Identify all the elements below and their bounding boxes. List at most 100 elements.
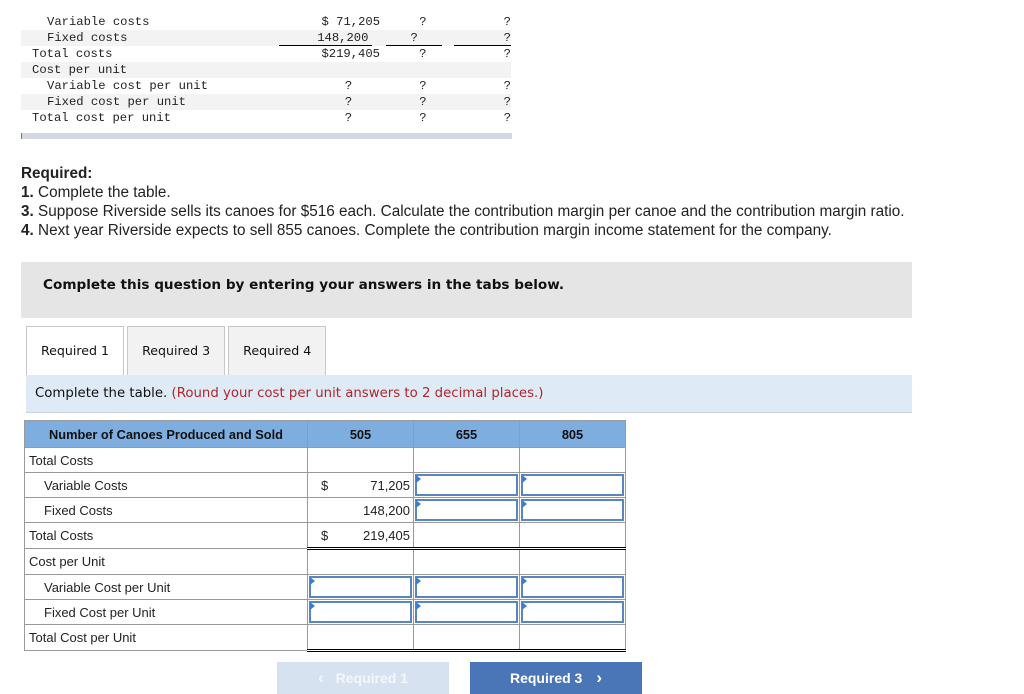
- given-cell: ?: [419, 95, 427, 109]
- prev-required-1-button[interactable]: ‹ Required 1: [277, 662, 449, 694]
- given-cell: ?: [344, 79, 353, 93]
- header-label: Number of Canoes Produced and Sold: [24, 420, 308, 448]
- answer-table: Number of Canoes Produced and Sold 505 6…: [24, 420, 626, 652]
- given-row-label: Variable cost per unit: [47, 79, 208, 93]
- fixed-cost-per-unit-655-input[interactable]: [415, 601, 518, 623]
- given-cell: ?: [503, 47, 511, 61]
- required-item-number: 1.: [21, 184, 34, 201]
- fixed-cost-per-unit-805-input[interactable]: [521, 601, 624, 623]
- given-row-label: Total cost per unit: [32, 111, 171, 125]
- tab-bar: Required 1 Required 3 Required 4: [26, 326, 329, 375]
- given-cell: $219,405: [321, 47, 380, 61]
- next-button-label: Required 3: [509, 670, 583, 686]
- given-cell: ?: [503, 111, 512, 125]
- given-cell: ?: [344, 111, 353, 125]
- given-cell: ?: [503, 79, 511, 93]
- instruction-banner: Complete this question by entering your …: [21, 262, 912, 318]
- table-row: Total Cost per Unit: [24, 624, 626, 652]
- given-row-cost-per-unit: Cost per unit: [21, 62, 511, 78]
- given-cell: ?: [419, 15, 427, 29]
- given-row-variable-costs: Variable costs $ 71,205 ? ?: [21, 14, 511, 30]
- given-cell: ?: [344, 95, 353, 109]
- given-table-footer-bar: [21, 133, 512, 139]
- variable-cost-per-unit-805-input[interactable]: [521, 576, 624, 598]
- fixed-costs-805-input[interactable]: [521, 499, 624, 521]
- given-row-fixed-cost-per-unit: Fixed cost per unit ? ? ?: [21, 94, 511, 110]
- given-row-label: Cost per unit: [32, 63, 128, 77]
- row-label-total-costs: Total Costs: [24, 522, 308, 549]
- total-costs-805: [519, 522, 626, 549]
- required-item-1: 1. Complete the table.: [21, 183, 905, 202]
- prev-button-label: Required 1: [335, 670, 409, 686]
- table-row: Fixed Cost per Unit: [24, 599, 626, 625]
- required-item-text: Next year Riverside expects to sell 855 …: [33, 222, 832, 239]
- required-item-number: 4.: [21, 222, 34, 239]
- required-section: Required: 1. Complete the table. 3. Supp…: [21, 164, 905, 240]
- given-row-fixed-costs: Fixed costs 148,200 ? ?: [21, 30, 511, 46]
- fixed-costs-505: 148,200: [363, 503, 410, 518]
- required-item-text: Complete the table.: [33, 184, 171, 201]
- row-label-total-cost-per-unit: Total Cost per Unit: [24, 624, 308, 651]
- header-505: 505: [307, 420, 414, 448]
- tab-instruction: Complete the table. (Round your cost per…: [26, 375, 912, 413]
- given-row-label: Fixed costs: [47, 31, 128, 45]
- given-cell: $ 71,205: [321, 15, 381, 29]
- required-item-number: 3.: [21, 203, 34, 220]
- table-row: Cost per Unit: [24, 547, 626, 575]
- row-label-fixed-cost-per-unit: Fixed Cost per Unit: [24, 599, 308, 625]
- row-label-variable-cost-per-unit: Variable Cost per Unit: [24, 574, 308, 600]
- next-required-3-button[interactable]: Required 3 ›: [470, 662, 642, 694]
- given-row-variable-cost-per-unit: Variable cost per unit ? ? ?: [21, 78, 511, 94]
- tab-required-1[interactable]: Required 1: [26, 326, 125, 375]
- total-costs-505: 219,405: [363, 528, 410, 543]
- instruction-rounding-note: (Round your cost per unit answers to 2 d…: [171, 386, 544, 401]
- required-title: Required:: [21, 165, 93, 182]
- instruction-main: Complete the table.: [35, 386, 172, 401]
- given-cell: ?: [503, 15, 511, 29]
- given-cell: ?: [419, 47, 427, 61]
- banner-text: Complete this question by entering your …: [43, 277, 565, 293]
- variable-cost-per-unit-505-input[interactable]: [309, 576, 412, 598]
- required-item-3: 3. Suppose Riverside sells its canoes fo…: [21, 202, 905, 221]
- given-row-total-costs: Total costs $219,405 ? ?: [21, 46, 511, 62]
- variable-costs-505: 71,205: [370, 478, 410, 493]
- variable-cost-per-unit-655-input[interactable]: [415, 576, 518, 598]
- table-header-row: Number of Canoes Produced and Sold 505 6…: [24, 420, 626, 448]
- variable-costs-655-input[interactable]: [415, 474, 518, 496]
- table-row: Total Costs: [24, 447, 626, 473]
- variable-costs-805-input[interactable]: [521, 474, 624, 496]
- tab-required-3[interactable]: Required 3: [127, 326, 226, 375]
- table-row: Variable Cost per Unit: [24, 574, 626, 600]
- given-row-label: Variable costs: [47, 15, 150, 29]
- total-costs-655: [413, 522, 520, 549]
- header-805: 805: [519, 420, 626, 448]
- given-row-label: Total costs: [32, 47, 113, 61]
- table-row: Fixed Costs 148,200: [24, 497, 626, 523]
- table-row: Total Costs $219,405: [24, 522, 626, 549]
- total-cost-per-unit-805: [519, 624, 626, 652]
- total-cost-per-unit-655: [413, 624, 520, 652]
- given-cell: ?: [386, 30, 442, 46]
- fixed-cost-per-unit-505-input[interactable]: [309, 601, 412, 623]
- tab-required-4[interactable]: Required 4: [228, 326, 327, 375]
- dollar-sign: $: [321, 528, 329, 543]
- row-label-cost-per-unit-heading: Cost per Unit: [24, 548, 308, 575]
- chevron-left-icon: ‹: [317, 668, 324, 687]
- given-cell: 148,200: [278, 30, 373, 46]
- given-cell: ?: [503, 95, 511, 109]
- given-cost-table: Variable costs $ 71,205 ? ? Fixed costs …: [21, 14, 511, 126]
- given-cell: ?: [419, 111, 427, 125]
- row-label-total-costs-heading: Total Costs: [24, 447, 308, 473]
- dollar-sign: $: [321, 478, 329, 493]
- table-row: Variable Costs $71,205: [24, 472, 626, 498]
- given-row-total-cost-per-unit: Total cost per unit ? ? ?: [21, 110, 511, 126]
- chevron-right-icon: ›: [596, 668, 603, 687]
- row-label-variable-costs: Variable Costs: [24, 472, 308, 498]
- given-row-label: Fixed cost per unit: [47, 95, 186, 109]
- required-item-4: 4. Next year Riverside expects to sell 8…: [21, 221, 905, 240]
- given-cell: ?: [453, 30, 511, 46]
- fixed-costs-655-input[interactable]: [415, 499, 518, 521]
- row-label-fixed-costs: Fixed Costs: [24, 497, 308, 523]
- header-655: 655: [413, 420, 520, 448]
- required-item-text: Suppose Riverside sells its canoes for $…: [33, 203, 905, 220]
